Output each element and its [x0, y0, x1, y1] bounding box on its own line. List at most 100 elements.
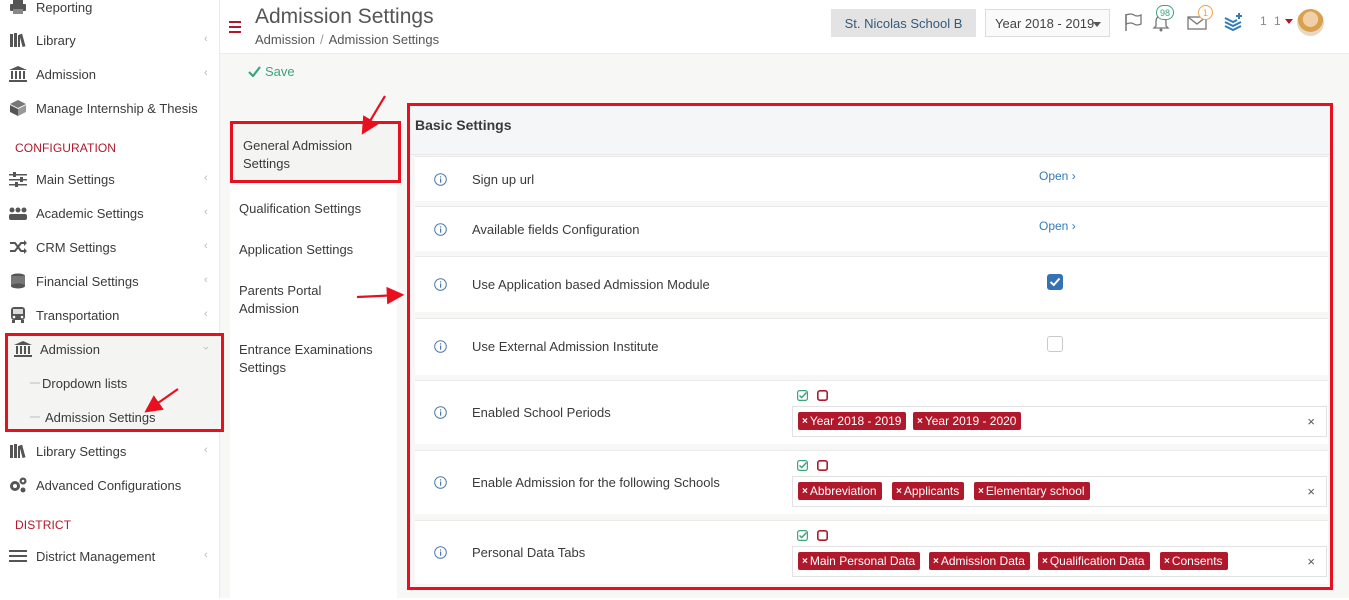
header: Admission Settings Admission / Admission S…	[220, 0, 1349, 53]
year-select[interactable]: Year 2018 - 2019	[985, 9, 1110, 37]
info-icon[interactable]	[434, 476, 447, 489]
remove-tag-icon[interactable]: ×	[802, 486, 808, 497]
chevron-left-icon: ‹	[204, 444, 208, 456]
info-icon[interactable]	[434, 173, 447, 186]
select-all-icon[interactable]	[797, 390, 808, 401]
gears-icon	[10, 477, 27, 493]
panel-title: Basic Settings	[415, 117, 512, 133]
nav-qualification-settings[interactable]: Qualification Settings	[239, 200, 389, 218]
remove-tag-icon[interactable]: ×	[802, 556, 808, 567]
info-icon[interactable]	[434, 406, 447, 419]
books-icon	[10, 444, 26, 459]
sidebar-item-advanced-configurations[interactable]: Advanced Configurations	[0, 470, 220, 500]
remove-tag-icon[interactable]: ×	[1164, 556, 1170, 567]
tag-chip[interactable]: × Main Personal Data	[798, 552, 921, 570]
setting-label: Available fields Configuration	[472, 222, 640, 237]
nav-application-settings[interactable]: Application Settings	[239, 241, 389, 259]
sidebar-item-district-management[interactable]: District Management ‹	[0, 541, 220, 571]
panel-header	[407, 103, 1332, 155]
tag-chip[interactable]: × Elementary school	[974, 482, 1090, 500]
tag-chip[interactable]: × Qualification Data	[1038, 552, 1150, 570]
nav-parents-portal-admission[interactable]: Parents Portal Admission	[239, 282, 349, 318]
tag-chip[interactable]: × Admission Data	[929, 552, 1030, 570]
sidebar-item-internship[interactable]: Manage Internship & Thesis	[0, 93, 220, 123]
caret-down-icon	[1093, 22, 1101, 27]
enabled-schools-tag-input[interactable]: × Abbreviation × Applicants × Elementary sc…	[792, 476, 1327, 507]
hamburger-menu-icon[interactable]	[229, 21, 241, 33]
setting-row-personal-data-tabs: Personal Data Tabs × Main Personal Data ×…	[415, 520, 1328, 584]
remove-tag-icon[interactable]: ×	[978, 486, 984, 497]
sidebar-item-reporting[interactable]: Reporting	[0, 0, 220, 22]
sidebar-item-label: Admission	[40, 341, 100, 357]
submenu-item-admission-settings[interactable]: Admission Settings	[45, 410, 156, 425]
nav-entrance-examinations-settings[interactable]: Entrance Examinations Settings	[239, 341, 389, 377]
remove-tag-icon[interactable]: ×	[802, 416, 808, 427]
setting-label: Enable Admission for the following Schoo…	[472, 475, 720, 490]
tag-chip[interactable]: × Year 2019 - 2020	[913, 412, 1022, 430]
select-all-icon[interactable]	[797, 530, 808, 541]
printer-icon	[10, 0, 26, 14]
avatar[interactable]	[1297, 9, 1324, 36]
tag-chip[interactable]: × Abbreviation	[798, 482, 882, 500]
personal-data-tabs-tag-input[interactable]: × Main Personal Data × Admission Data × Qua…	[792, 546, 1327, 577]
open-link[interactable]: Open ›	[1039, 169, 1076, 183]
external-institute-checkbox[interactable]	[1047, 336, 1063, 352]
save-button[interactable]: Save	[248, 64, 295, 79]
school-periods-tag-input[interactable]: × Year 2018 - 2019 × Year 2019 - 2020 ×	[792, 406, 1327, 437]
submenu-item-dropdown-lists[interactable]: Dropdown lists	[42, 376, 127, 391]
sidebar-item-transportation[interactable]: Transportation ‹	[0, 300, 220, 330]
sidebar-item-library-settings[interactable]: Library Settings ‹	[0, 436, 220, 466]
tag-chip[interactable]: × Consents	[1160, 552, 1228, 570]
chevron-right-icon: ›	[1071, 219, 1076, 233]
remove-tag-icon[interactable]: ×	[933, 556, 939, 567]
deselect-all-icon[interactable]	[817, 460, 828, 471]
clear-all-icon[interactable]: ×	[1307, 554, 1315, 569]
chevron-left-icon: ‹	[204, 308, 208, 320]
check-icon	[1049, 277, 1061, 287]
sidebar-item-label: CRM Settings	[36, 239, 117, 255]
sidebar-item-crm-settings[interactable]: CRM Settings ‹	[0, 232, 220, 262]
bus-icon	[11, 307, 25, 323]
school-selector-button[interactable]: St. Nicolas School B	[831, 9, 976, 37]
section-district: DISTRICT	[15, 518, 72, 532]
select-actions	[797, 390, 828, 401]
tag-chip[interactable]: × Year 2018 - 2019	[798, 412, 907, 430]
check-icon	[248, 66, 261, 77]
remove-tag-icon[interactable]: ×	[896, 486, 902, 497]
remove-tag-icon[interactable]: ×	[1042, 556, 1048, 567]
clear-all-icon[interactable]: ×	[1307, 414, 1315, 429]
sidebar-item-admission-settings-group[interactable]: Admission ‹	[0, 334, 220, 364]
open-link[interactable]: Open ›	[1039, 219, 1076, 233]
sidebar-item-admission[interactable]: Admission ‹	[0, 59, 220, 89]
caret-down-icon[interactable]	[1285, 19, 1293, 24]
menu-icon	[9, 550, 27, 562]
tag-chip[interactable]: × Applicants	[892, 482, 965, 500]
setting-row-application-based: Use Application based Admission Module	[415, 256, 1328, 312]
info-icon[interactable]	[434, 340, 447, 353]
save-label: Save	[265, 64, 295, 79]
chevron-right-icon: ›	[1071, 169, 1076, 183]
chevron-left-icon: ‹	[204, 240, 208, 252]
sidebar-item-label: Library	[36, 32, 76, 48]
flag-icon[interactable]	[1122, 12, 1142, 32]
layers-plus-icon[interactable]	[1223, 12, 1243, 32]
setting-row-external-institute: Use External Admission Institute	[415, 318, 1328, 375]
nav-general-admission-settings[interactable]: General Admission Settings	[231, 122, 399, 181]
sidebar-item-main-settings[interactable]: Main Settings ‹	[0, 164, 220, 194]
remove-tag-icon[interactable]: ×	[917, 416, 923, 427]
sidebar-item-library[interactable]: Library ‹	[0, 25, 220, 55]
info-icon[interactable]	[434, 223, 447, 236]
user-name[interactable]: 1 1	[1260, 14, 1283, 28]
deselect-all-icon[interactable]	[817, 390, 828, 401]
deselect-all-icon[interactable]	[817, 530, 828, 541]
sidebar-item-label: Manage Internship & Thesis	[36, 100, 198, 116]
info-icon[interactable]	[434, 546, 447, 559]
sidebar-item-academic-settings[interactable]: Academic Settings ‹	[0, 198, 220, 228]
select-all-icon[interactable]	[797, 460, 808, 471]
info-icon[interactable]	[434, 278, 447, 291]
clear-all-icon[interactable]: ×	[1307, 484, 1315, 499]
application-based-checkbox[interactable]	[1047, 274, 1063, 290]
sidebar-item-financial-settings[interactable]: Financial Settings ‹	[0, 266, 220, 296]
submenu-bullet	[30, 416, 40, 418]
breadcrumb-item[interactable]: Admission	[255, 32, 315, 47]
